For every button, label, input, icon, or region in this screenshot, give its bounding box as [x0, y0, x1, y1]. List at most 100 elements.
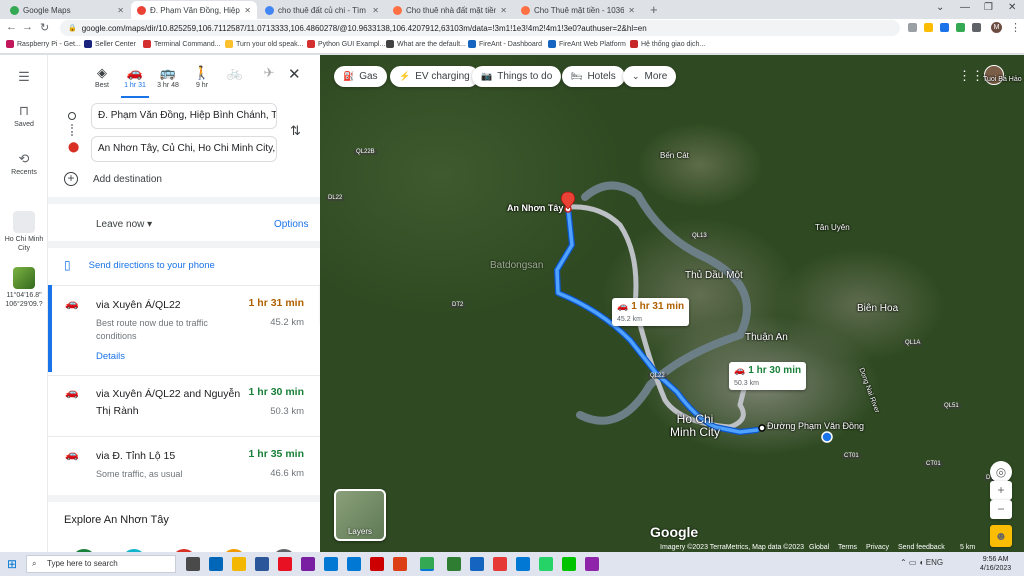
chip-hotels[interactable]: 🛏 Hotels	[562, 66, 625, 87]
mode-transit[interactable]: 🚌 3 hr 48	[151, 65, 185, 89]
mode-flight[interactable]: ✈	[252, 65, 286, 82]
back-icon[interactable]: ←	[6, 21, 17, 33]
taskbar-app-icon[interactable]	[393, 557, 407, 571]
my-location-button[interactable]: ◎	[990, 461, 1012, 483]
minimize-icon[interactable]: —	[960, 2, 970, 13]
taskbar-app-icon[interactable]	[324, 557, 338, 571]
destination-input[interactable]: An Nhơn Tây, Củ Chi, Ho Chi Minh City, V…	[91, 136, 277, 162]
route-option-2[interactable]: 🚗 via Xuyên Á/QL22 and Nguyễn Thị Rành 1…	[48, 386, 320, 436]
taskbar-app-icon[interactable]	[447, 557, 461, 571]
layers-button[interactable]: Layers	[334, 489, 386, 541]
bookmark-item[interactable]: Hệ thống giao dịch...	[630, 40, 705, 48]
taskbar-app-icon[interactable]	[493, 557, 507, 571]
satellite-map[interactable]: ⛽ Gas ⚡ EV charging 📷 Things to do 🛏 Hotels …	[320, 55, 1024, 552]
bookmark-item[interactable]: Python GUI Exampl...	[307, 40, 385, 48]
reload-icon[interactable]: ↻	[40, 21, 49, 34]
explore-heading: Explore An Nhơn Tây	[64, 514, 169, 526]
bookmark-item[interactable]: Terminal Command...	[143, 40, 221, 48]
pegman-icon[interactable]: ☻	[990, 525, 1012, 547]
route-details-link[interactable]: Details	[96, 351, 125, 362]
tab-google-maps[interactable]: Google Maps ✕	[4, 1, 130, 19]
address-bar[interactable]: 🔒 google.com/maps/dir/10.825259,106.7112…	[60, 20, 900, 36]
mode-best[interactable]: ◈ Best	[85, 65, 119, 89]
route-option-1[interactable]: 🚗 via Xuyên Á/QL22 1 hr 31 min 45.2 km B…	[48, 297, 320, 372]
bookmark-label: Terminal Command...	[154, 40, 221, 48]
taskbar-app-icon[interactable]	[585, 557, 599, 571]
profile-avatar[interactable]: M	[991, 22, 1002, 33]
origin-input[interactable]: Đ. Phạm Văn Đồng, Hiệp Bình Chánh, Thủ	[91, 103, 277, 129]
taskbar-search[interactable]: ⌕ Type here to search	[26, 555, 176, 573]
close-window-icon[interactable]: ✕	[1008, 2, 1016, 13]
taskbar-app-icon[interactable]	[301, 557, 315, 571]
apps-grid-icon[interactable]: ⋮⋮	[958, 68, 984, 84]
extension-icon[interactable]	[956, 23, 965, 32]
share-icon[interactable]	[908, 23, 917, 32]
mode-walking[interactable]: 🚶 9 hr	[185, 65, 219, 89]
mode-driving[interactable]: 🚗 1 hr 31	[118, 65, 152, 89]
bookmark-item[interactable]: Turn your old speak...	[225, 40, 303, 48]
recent-coord[interactable]: 11°04'16.8" 106°29'09.?	[0, 267, 48, 309]
taskbar-app-icon[interactable]	[370, 557, 384, 571]
swap-icon[interactable]: ⇅	[290, 123, 301, 139]
bookmark-item[interactable]: Seller Center	[84, 40, 136, 48]
bookmark-item[interactable]: FireAnt - Dashboard	[468, 40, 542, 48]
taskbar-app-icon[interactable]	[255, 557, 269, 571]
close-directions-icon[interactable]: ✕	[288, 65, 301, 83]
taskbar-app-icon[interactable]	[209, 557, 223, 571]
vscode-icon[interactable]	[347, 557, 361, 571]
privacy-link[interactable]: Privacy	[866, 544, 889, 551]
taskbar-app-icon[interactable]	[516, 557, 530, 571]
file-explorer-icon[interactable]	[232, 557, 246, 571]
maximize-icon[interactable]: ❐	[984, 2, 993, 13]
windows-start-icon[interactable]: ⊞	[7, 557, 17, 571]
leave-now-dropdown[interactable]: Leave now ▾	[96, 219, 152, 230]
tab-listing-1[interactable]: Cho thuê nhà đất mặt tiền trang ✕	[387, 1, 513, 19]
tab-close-icon[interactable]: ✕	[117, 6, 124, 15]
bookmark-item[interactable]: What are the default...	[386, 40, 466, 48]
add-destination-button[interactable]: + Add destination	[64, 172, 162, 186]
zoom-out-button[interactable]: −	[990, 500, 1012, 519]
line-icon[interactable]	[562, 557, 576, 571]
chip-gas[interactable]: ⛽ Gas	[334, 66, 387, 87]
send-to-phone-link[interactable]: ▯ Send directions to your phone	[64, 258, 215, 272]
saved-button[interactable]: ⊓ Saved	[0, 103, 48, 128]
bookmark-item[interactable]: FireAnt Web Platform	[548, 40, 626, 48]
taskbar-app-icon[interactable]	[186, 557, 200, 571]
route-time-box-1[interactable]: 🚗 1 hr 31 min 45.2 km	[612, 298, 690, 326]
chip-more[interactable]: ⌄ More	[623, 66, 677, 87]
menu-button[interactable]: ☰	[0, 69, 48, 87]
tray-icons[interactable]: ⌃ ▭ ◖ ENG	[900, 558, 943, 567]
tab-google-search[interactable]: cho thuê đất củ chi - Tìm trên G ✕	[259, 1, 385, 19]
chip-things-to-do[interactable]: 📷 Things to do	[472, 66, 562, 87]
terms-link[interactable]: Terms	[838, 544, 857, 551]
send-feedback-link[interactable]: Send feedback	[898, 544, 945, 551]
tab-directions[interactable]: Đ. Phạm Văn Đồng, Hiệp Bình C ✕	[131, 1, 257, 19]
route-time-box-2[interactable]: 🚗 1 hr 30 min 50.3 km	[729, 362, 807, 390]
extension-icon[interactable]	[940, 23, 949, 32]
bookmark-item[interactable]: Raspberry Pi - Get...	[6, 40, 81, 48]
whatsapp-icon[interactable]	[539, 557, 553, 571]
zoom-in-button[interactable]: +	[990, 481, 1012, 500]
recents-button[interactable]: ⟲ Recents	[0, 151, 48, 176]
route-option-3[interactable]: 🚗 via Đ. Tỉnh Lộ 15 1 hr 35 min 46.6 km …	[48, 448, 320, 488]
taskbar-app-icon[interactable]	[470, 557, 484, 571]
new-tab-icon[interactable]: +	[650, 2, 658, 17]
puzzle-icon[interactable]	[972, 23, 981, 32]
tab-close-icon[interactable]: ✕	[628, 6, 635, 15]
options-button[interactable]: Options	[274, 219, 308, 230]
tab-search-icon[interactable]: ⌄	[936, 2, 944, 13]
taskbar-clock[interactable]: 9:56 AM 4/16/2023	[980, 555, 1011, 573]
taskbar-app-icon[interactable]	[278, 557, 292, 571]
global-link[interactable]: Global	[809, 544, 829, 551]
chip-ev-charging[interactable]: ⚡ EV charging	[390, 66, 479, 87]
tab-listing-2[interactable]: Cho Thuê mặt tiền - 103653795 ✕	[515, 1, 641, 19]
forward-icon[interactable]: →	[22, 21, 33, 33]
mode-cycling[interactable]: 🚲	[218, 65, 252, 82]
tab-close-icon[interactable]: ✕	[372, 6, 379, 15]
chrome-icon[interactable]	[420, 557, 434, 571]
bookmark-star-icon[interactable]	[924, 23, 933, 32]
tab-close-icon[interactable]: ✕	[500, 6, 507, 15]
tab-close-icon[interactable]: ✕	[244, 6, 251, 15]
recent-hcm[interactable]: Ho Chi Minh City	[0, 211, 48, 253]
menu-dots-icon[interactable]: ⋮	[1010, 21, 1021, 34]
